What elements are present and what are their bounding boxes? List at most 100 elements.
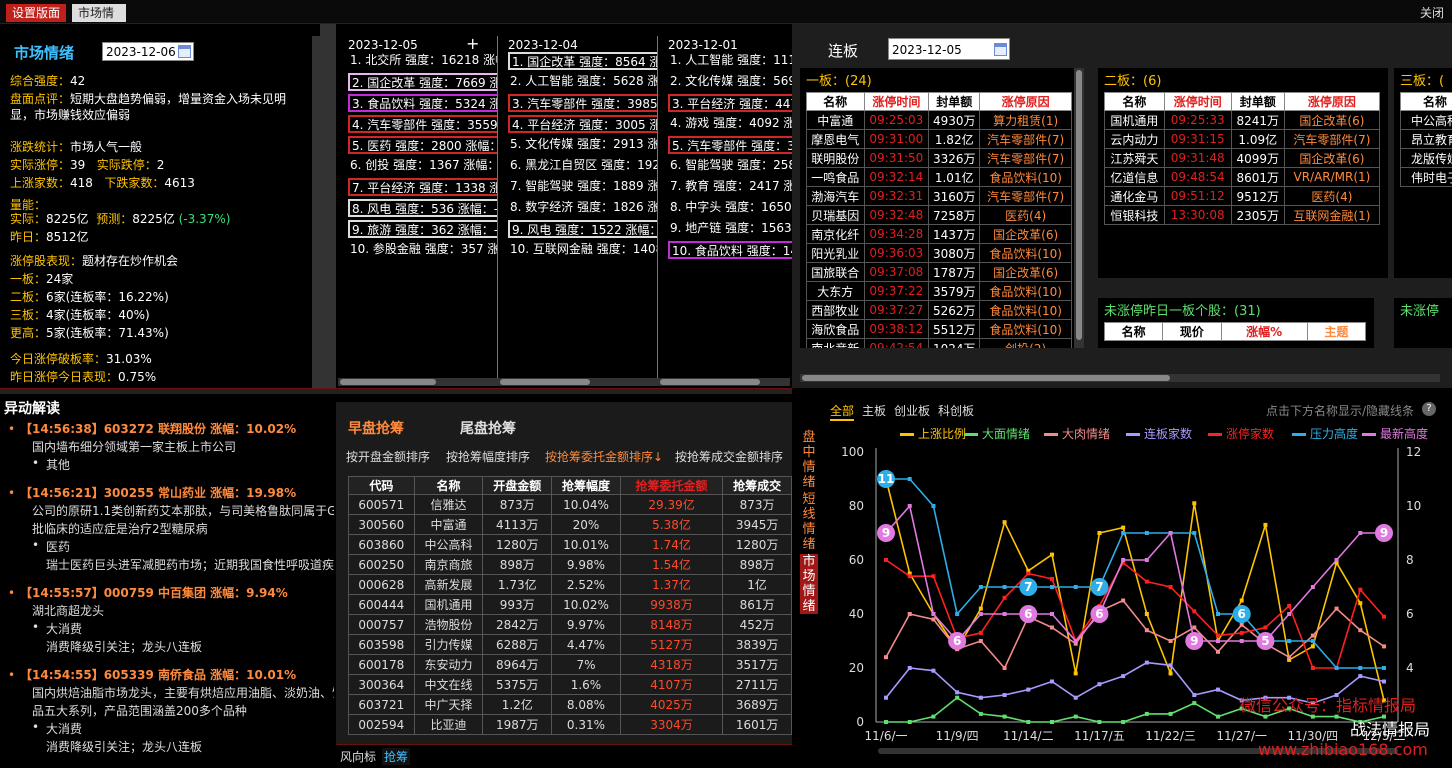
sort-button[interactable]: 按抢筹成交金额排序 [675,448,783,465]
strength-row[interactable]: 7. 平台经济 强度：1338 涨幅 [348,178,497,196]
column-header[interactable]: 名称 [806,92,865,111]
sort-button[interactable]: 按抢筹幅度排序 [446,448,530,465]
table-row[interactable]: 阳光乳业 09:36:03 3080万 食品饮料(10) [806,243,1072,263]
strength-row[interactable]: 10. 参股金融 强度：357 涨幅 [348,241,497,259]
column-header[interactable]: 开盘金额 [482,476,553,495]
column-header[interactable]: 代码 [348,476,415,495]
table-row[interactable]: 600444 国机通用 993万 10.02% 9938万 861万 [348,594,792,615]
table-row[interactable]: 恒银科技 13:30:08 2305万 互联网金融(1) [1104,205,1381,225]
anomaly-header[interactable]: 【14:55:57】000759 中百集团 涨幅：9.94% [20,584,288,601]
column-header[interactable]: 抢筹幅度 [551,476,621,495]
column-header[interactable]: 名称 [1400,92,1452,111]
column-header[interactable]: 封单额 [928,92,981,111]
tab-early-grab[interactable]: 早盘抢筹 [348,418,404,438]
column-header[interactable]: 名称 [1103,322,1164,341]
tab-market-sentiment[interactable]: 市场情绪 [72,4,126,22]
horizontal-scrollbar[interactable] [338,378,790,386]
table-row[interactable]: 联明股份 09:31:50 3326万 汽车零部件(7) [806,148,1072,168]
table-row[interactable]: 300364 中文在线 5375万 1.6% 4107万 2711万 [348,674,792,695]
table-row[interactable]: 一鸣食品 09:32:14 1.01亿 食品饮料(10) [806,167,1072,187]
table-row[interactable]: 000628 高新发展 1.73亿 2.52% 1.37亿 1亿 [348,574,792,595]
column-header[interactable]: 名称 [1104,92,1165,111]
strength-row[interactable]: 4. 汽车零部件 强度：3559 涨 [348,115,497,133]
column-header[interactable]: 封单额 [1230,92,1285,111]
tab-vane[interactable]: 风向标 [340,748,376,765]
table-row[interactable]: 贝瑞基因 09:32:48 7258万 医药(4) [806,205,1072,225]
sort-button[interactable]: 按开盘金额排序 [346,448,430,465]
horizontal-scrollbar[interactable] [800,374,1440,382]
tab-late-grab[interactable]: 尾盘抢筹 [460,418,516,438]
column-header[interactable]: 主题 [1306,322,1367,341]
table-row[interactable]: 603721 中广天择 1.2亿 8.08% 4025万 3689万 [348,694,792,715]
table-row[interactable]: 渤海汽车 09:32:31 3160万 汽车零部件(7) [806,186,1072,206]
strength-row[interactable]: 9. 旅游 强度：362 涨幅：- [348,220,497,238]
strength-row[interactable]: 3. 汽车零部件 强度：3985 涨 [508,94,657,112]
column-header[interactable]: 现价 [1162,322,1222,341]
strength-row[interactable]: 1. 国企改革 强度：8564 涨幅 [508,52,657,70]
lianban-date-picker[interactable]: 2023-12-05 [888,38,1010,60]
strength-row[interactable]: 5. 文化传媒 强度：2913 涨幅 [508,136,657,154]
table-row[interactable]: 600250 南京商旅 898万 9.98% 1.54亿 898万 [348,554,792,575]
table-row[interactable]: 中富通 09:25:03 4930万 算力租赁(1) [806,110,1072,130]
table-row[interactable]: 江苏舜天 09:31:48 4099万 国企改革(6) [1104,148,1381,168]
column-header[interactable]: 涨停原因 [979,92,1072,111]
scrollbar-thumb[interactable] [340,379,436,385]
strength-row[interactable]: 4. 平台经济 强度：3005 涨幅 [508,115,657,133]
table-row[interactable]: 603860 中公高科 1280万 10.01% 1.74亿 1280万 [348,534,792,555]
column-header[interactable]: 涨停原因 [1283,92,1381,111]
table-row[interactable]: 摩恩电气 09:31:00 1.82亿 汽车零部件(7) [806,129,1072,149]
table-row[interactable]: 南北竞新09:42:541024万创投(2) [806,338,1072,348]
scrollbar-thumb[interactable] [500,379,590,385]
anomaly-header[interactable]: 【14:56:38】603272 联翔股份 涨幅：10.02% [20,420,296,437]
add-icon[interactable]: + [466,36,479,53]
strength-row[interactable]: 7. 智能驾驶 强度：1889 涨幅 [508,178,657,196]
anomaly-header[interactable]: 【14:54:55】605339 南侨食品 涨幅：10.01% [20,666,296,683]
table-row[interactable]: 亿道信息 09:48:54 8601万 VR/AR/MR(1) [1104,167,1381,187]
column-header[interactable]: 抢筹成交 [722,476,792,495]
strength-row[interactable]: 10. 互联网金融 强度：1408 [508,241,657,259]
strength-row[interactable]: 3. 食品饮料 强度：5324 涨幅 [348,94,497,112]
table-row[interactable]: 云内动力 09:31:15 1.09亿 汽车零部件(7) [1104,129,1381,149]
strength-row[interactable]: 1. 北交所 强度：16218 涨幅： [348,52,497,70]
tab-layout-settings[interactable]: 设置版面 [6,4,67,22]
column-header[interactable]: 名称 [413,476,484,495]
table-row[interactable]: 海欣食品 09:38:12 5512万 食品饮料(10) [806,319,1072,339]
table-row[interactable]: 000757 浩物股份 2842万 9.97% 8148万 452万 [348,614,792,635]
table-row[interactable]: 通化金马 09:51:12 9512万 医药(4) [1104,186,1381,206]
table-row[interactable]: 南京化纤 09:34:28 1437万 国企改革(6) [806,224,1072,244]
close-button[interactable]: 关闭 [1420,4,1444,21]
table-row[interactable]: 龙版传媒 [1400,148,1452,168]
table-row[interactable]: 国机通用 09:25:33 8241万 国企改革(6) [1104,110,1381,130]
column-header[interactable]: 涨停时间 [863,92,930,111]
table-row[interactable]: 昂立教育 [1400,129,1452,149]
calendar-icon[interactable] [178,45,191,58]
column-header[interactable]: 抢筹委托金额 [619,476,724,495]
table-row[interactable]: 西部牧业 09:37:27 5262万 食品饮料(10) [806,300,1072,320]
strength-row[interactable]: 2. 人工智能 强度：5628 涨幅 [508,73,657,91]
strength-row[interactable]: 6. 黑龙江自贸区 强度：1925 [508,157,657,175]
table-row[interactable]: 国旅联合 09:37:08 1787万 国企改革(6) [806,262,1072,282]
strength-row[interactable]: 5. 医药 强度：2800 涨幅： [348,136,497,154]
strength-row[interactable]: 2. 国企改革 强度：7669 涨幅 [348,73,497,91]
strength-row[interactable]: 8. 数字经济 强度：1826 涨幅 [508,199,657,217]
table-row[interactable]: 300560 中富通 4113万 20% 5.38亿 3945万 [348,514,792,535]
table-row[interactable]: 中公高科 [1400,110,1452,130]
strength-row[interactable]: 6. 创投 强度：1367 涨幅： [348,157,497,175]
table-row[interactable]: 600571 信雅达 873万 10.04% 29.39亿 873万 [348,494,792,515]
sort-button[interactable]: 按抢筹委托金额排序↓ [545,448,663,465]
anomaly-header[interactable]: 【14:56:21】300255 常山药业 涨幅：19.98% [20,484,296,501]
sentiment-date-picker[interactable]: 2023-12-06 [102,42,194,61]
table-row[interactable]: 伟时电子 [1400,167,1452,187]
strength-row[interactable]: 8. 风电 强度：536 涨幅：- [348,199,497,217]
table-row[interactable]: 603598 引力传媒 6288万 4.47% 5127万 3839万 [348,634,792,655]
scrollbar-thumb[interactable] [802,375,1170,381]
scrollbar-thumb[interactable] [660,379,760,385]
vertical-scrollbar[interactable] [1074,68,1084,348]
tab-grab[interactable]: 抢筹 [382,748,411,765]
table-row[interactable]: 600178 东安动力 8964万 7% 4318万 3517万 [348,654,792,675]
strength-row[interactable]: 9. 风电 强度：1522 涨幅： [508,220,657,238]
table-row[interactable]: 002594 比亚迪 1987万 0.31% 3304万 1601万 [348,714,792,735]
column-header[interactable]: 涨幅% [1220,322,1308,341]
table-row[interactable]: 大东方 09:37:22 3579万 食品饮料(10) [806,281,1072,301]
scrollbar-thumb[interactable] [1076,70,1082,340]
